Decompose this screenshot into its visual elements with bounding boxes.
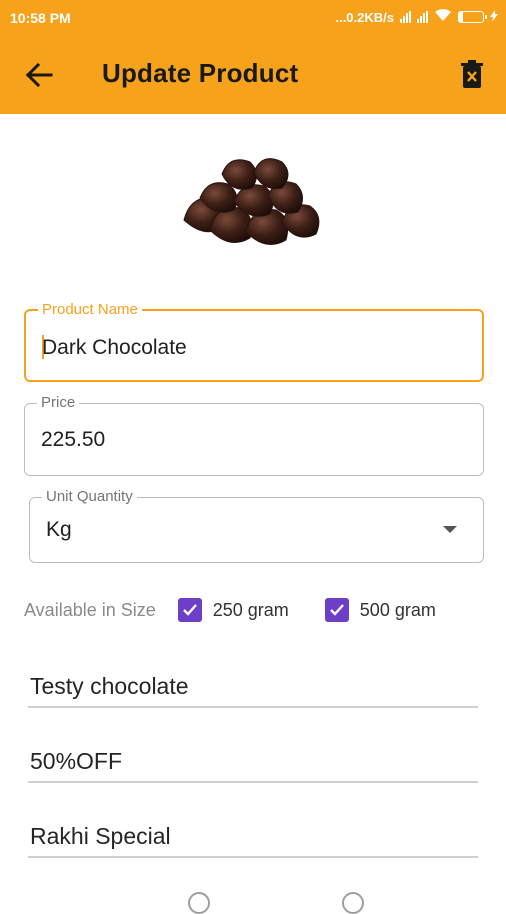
price-field[interactable]: Price 225.50 — [24, 394, 484, 476]
size-option-500[interactable]: 500 gram — [324, 598, 436, 622]
price-value: 225.50 — [41, 428, 106, 451]
size-label: Available in Size — [24, 599, 156, 620]
discount-field[interactable]: 50%OFF — [28, 741, 478, 783]
size-option-label: 250 gram — [212, 599, 289, 620]
description-value: Testy chocolate — [30, 673, 189, 699]
radio-button[interactable] — [342, 892, 364, 914]
charging-icon — [490, 9, 498, 25]
tag-field[interactable]: Rakhi Special — [28, 816, 478, 858]
network-speed: ...0.2KB/s — [335, 9, 394, 25]
battery-icon — [458, 11, 487, 23]
status-icons: ...0.2KB/s — [335, 9, 498, 25]
signal-icon — [400, 11, 411, 23]
checkbox-250-gram[interactable] — [177, 598, 202, 622]
size-options: Available in Size 250 gram 500 gram — [24, 596, 494, 624]
unit-quantity-label: Unit Quantity — [42, 488, 137, 505]
unit-quantity-dropdown[interactable]: Unit Quantity Kg — [29, 488, 484, 563]
product-name-value: Dark Chocolate — [42, 336, 187, 359]
price-label: Price — [37, 394, 80, 411]
check-icon — [182, 604, 197, 616]
checkbox-500-gram[interactable] — [324, 598, 349, 622]
product-image[interactable] — [178, 152, 328, 262]
unit-quantity-value: Kg — [46, 518, 72, 541]
app-bar: Update Product — [0, 36, 506, 114]
radio-button[interactable] — [188, 892, 210, 914]
size-option-label: 500 gram — [359, 599, 436, 620]
wifi-icon — [434, 9, 452, 25]
product-name-label: Product Name — [38, 301, 142, 318]
check-icon — [329, 604, 344, 616]
page-title: Update Product — [102, 58, 299, 88]
signal-icon-2 — [417, 11, 428, 23]
size-option-250[interactable]: 250 gram — [177, 598, 289, 622]
status-bar: 10:58 PM ...0.2KB/s — [0, 0, 506, 36]
discount-value: 50%OFF — [30, 748, 123, 774]
dropdown-arrow-icon — [443, 526, 457, 533]
description-field[interactable]: Testy chocolate — [28, 666, 478, 708]
product-name-field[interactable]: Product Name Dark Chocolate — [24, 301, 484, 382]
trash-icon[interactable] — [460, 60, 484, 90]
arrow-left-icon[interactable] — [24, 62, 54, 88]
tag-value: Rakhi Special — [30, 823, 171, 849]
status-time: 10:58 PM — [10, 10, 71, 26]
